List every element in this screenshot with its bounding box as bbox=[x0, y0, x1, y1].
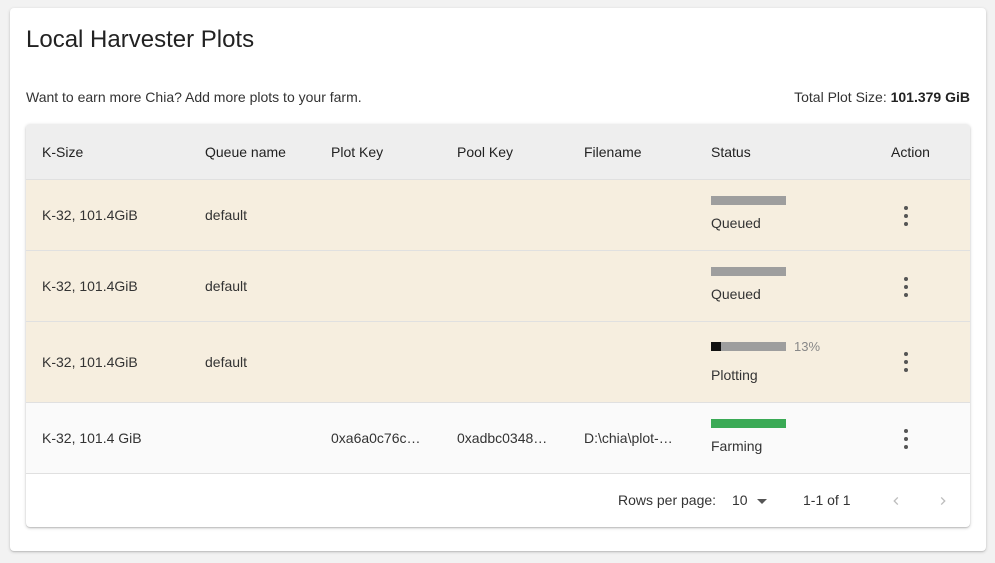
header-k-size: K-Size bbox=[42, 144, 84, 160]
rows-per-page-label: Rows per page: bbox=[618, 492, 717, 508]
harvester-plots-card: Local Harvester Plots Want to earn more … bbox=[10, 8, 986, 551]
plots-hint-text: Want to earn more Chia? Add more plots t… bbox=[26, 89, 362, 105]
table-row: K-32, 101.4GiB default Queued bbox=[26, 180, 970, 251]
cell-filename bbox=[584, 180, 704, 250]
table-row: K-32, 101.4GiB default Queued bbox=[26, 251, 970, 322]
cell-pool-key bbox=[457, 322, 577, 402]
cell-queue-name bbox=[205, 403, 325, 473]
cell-pool-key bbox=[457, 251, 577, 321]
progress-fill bbox=[711, 342, 721, 351]
status-progress-bar bbox=[711, 267, 786, 276]
pool-key-text: 0xadbc0348… bbox=[457, 430, 548, 446]
cell-plot-key bbox=[331, 180, 451, 250]
progress-percent: 13% bbox=[794, 339, 821, 354]
cell-k-size: K-32, 101.4 GiB bbox=[42, 430, 142, 446]
cell-plot-key bbox=[331, 251, 451, 321]
status-label: Plotting bbox=[711, 367, 758, 383]
plots-table: K-Size Queue name Plot Key Pool Key File… bbox=[26, 124, 970, 527]
cell-filename: D:\chia\plot-… bbox=[584, 403, 704, 473]
rows-per-page-select[interactable]: 10 bbox=[732, 490, 768, 512]
cell-queue-name: default bbox=[205, 278, 248, 294]
status-label: Farming bbox=[711, 438, 763, 454]
header-plot-key: Plot Key bbox=[331, 144, 384, 160]
chevron-right-icon bbox=[940, 497, 946, 505]
table-header-row: K-Size Queue name Plot Key Pool Key File… bbox=[26, 124, 970, 180]
more-vert-icon[interactable] bbox=[902, 352, 910, 372]
cell-k-size: K-32, 101.4GiB bbox=[42, 354, 138, 370]
cell-queue-name: default bbox=[205, 207, 248, 223]
status-progress-bar bbox=[711, 342, 786, 351]
more-vert-icon[interactable] bbox=[902, 429, 910, 449]
status-label: Queued bbox=[711, 215, 761, 231]
cell-pool-key: 0xadbc0348… bbox=[457, 403, 577, 473]
plot-key-text: 0xa6a0c76c… bbox=[331, 430, 421, 446]
status-label: Queued bbox=[711, 286, 761, 302]
total-plot-size-label: Total Plot Size: bbox=[794, 89, 891, 105]
header-pool-key: Pool Key bbox=[457, 144, 514, 160]
chevron-left-icon bbox=[893, 497, 899, 505]
page-title: Local Harvester Plots bbox=[26, 26, 255, 53]
cell-pool-key bbox=[457, 180, 577, 250]
cell-filename bbox=[584, 322, 704, 402]
cell-k-size: K-32, 101.4GiB bbox=[42, 207, 138, 223]
more-vert-icon[interactable] bbox=[902, 206, 910, 226]
cell-status: Queued bbox=[711, 251, 871, 321]
cell-status: 13% Plotting bbox=[711, 322, 871, 402]
pagination-range: 1-1 of 1 bbox=[803, 492, 851, 508]
cell-status: Farming bbox=[711, 403, 871, 473]
header-status: Status bbox=[711, 144, 751, 160]
status-progress-bar bbox=[711, 419, 786, 428]
next-page-button[interactable] bbox=[928, 486, 958, 516]
header-queue-name: Queue name bbox=[205, 144, 286, 160]
cell-plot-key bbox=[331, 322, 451, 402]
rows-per-page-value: 10 bbox=[732, 492, 748, 508]
cell-k-size: K-32, 101.4GiB bbox=[42, 278, 138, 294]
table-pagination: Rows per page: 10 1-1 of 1 bbox=[26, 475, 970, 527]
status-progress-bar bbox=[711, 196, 786, 205]
filename-text: D:\chia\plot-… bbox=[584, 430, 673, 446]
total-plot-size: Total Plot Size: 101.379 GiB bbox=[794, 89, 970, 105]
table-row: K-32, 101.4 GiB 0xa6a0c76c… 0xadbc0348… … bbox=[26, 403, 970, 474]
cell-filename bbox=[584, 251, 704, 321]
header-filename: Filename bbox=[584, 144, 642, 160]
cell-queue-name: default bbox=[205, 354, 248, 370]
table-row: K-32, 101.4GiB default 13% Plotting bbox=[26, 322, 970, 403]
cell-status: Queued bbox=[711, 180, 871, 250]
cell-plot-key: 0xa6a0c76c… bbox=[331, 403, 451, 473]
more-vert-icon[interactable] bbox=[902, 277, 910, 297]
total-plot-size-value: 101.379 GiB bbox=[890, 89, 970, 105]
header-action: Action bbox=[891, 144, 930, 160]
previous-page-button[interactable] bbox=[881, 486, 911, 516]
caret-down-icon bbox=[757, 499, 767, 504]
